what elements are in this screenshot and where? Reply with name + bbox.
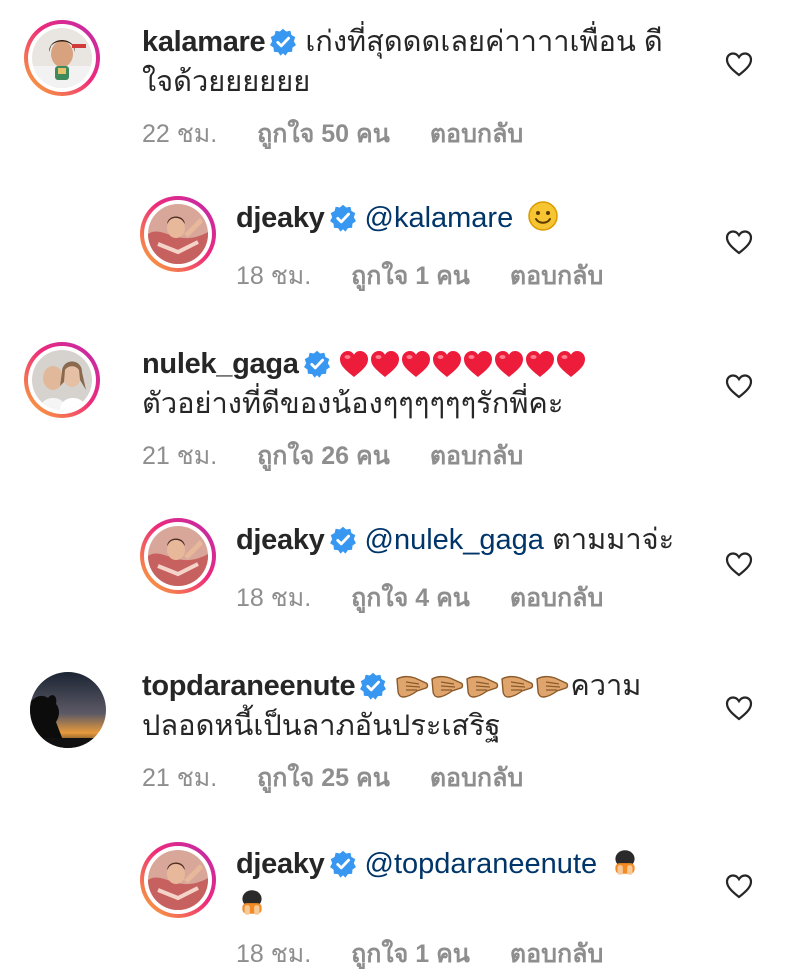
reply-button[interactable]: ตอบกลับ [510, 584, 603, 612]
red-heart-emoji-row [339, 348, 587, 380]
avatar[interactable] [140, 196, 216, 272]
red-heart-emoji-icon [432, 350, 462, 378]
avatar[interactable] [24, 342, 100, 418]
username[interactable]: djeaky [236, 848, 325, 880]
comment-body: เก่งที่สุดดดเลยค่าาาาเพื่อน ดี [305, 26, 663, 58]
timestamp: 18 ชม. [236, 262, 312, 290]
comment-body: ความ [570, 670, 642, 702]
username[interactable]: kalamare [142, 26, 266, 58]
comment-text: kalamare เก่งที่สุดดดเลยค่าาาาเพื่อน ดี ใ… [142, 22, 702, 102]
timestamp: 18 ชม. [236, 940, 312, 968]
username[interactable]: nulek_gaga [142, 348, 299, 380]
timestamp: 18 ชม. [236, 584, 312, 612]
comment-text: topdaraneenute ความ ปลอดหนี้เป็นลาภอันประ… [142, 666, 702, 746]
praising-hands-emoji-icon [500, 672, 534, 700]
timestamp: 21 ชม. [142, 764, 218, 792]
comment-text: djeaky @kalamare [236, 198, 706, 238]
likes-count[interactable]: ถูกใจ 4 คน [351, 584, 470, 612]
username[interactable]: djeaky [236, 202, 325, 234]
comment-meta: 22 ชม. ถูกใจ 50 คน ตอบกลับ [142, 114, 563, 154]
verified-badge-icon [303, 350, 331, 378]
reply-button[interactable]: ตอบกลับ [510, 262, 603, 290]
comment-meta: 21 ชม. ถูกใจ 26 คน ตอบกลับ [142, 436, 563, 476]
red-heart-emoji-icon [401, 350, 431, 378]
praising-hands-emoji-icon [395, 672, 429, 700]
verified-badge-icon [269, 28, 297, 56]
timestamp: 21 ชม. [142, 442, 218, 470]
praising-hands-emoji-row [395, 670, 570, 702]
username[interactable]: topdaraneenute [142, 670, 356, 702]
mention-link[interactable]: @nulek_gaga [365, 524, 544, 556]
comment-body: ตามมาจ่ะ [551, 524, 675, 556]
red-heart-emoji-icon [463, 350, 493, 378]
mention-link[interactable]: @topdaraneenute [365, 848, 598, 880]
comment-meta: 21 ชม. ถูกใจ 25 คน ตอบกลับ [142, 758, 563, 798]
comment-body: ตัวอย่างที่ดีของน้องๆๆๆๆๆๆรักพี่คะ [142, 388, 564, 420]
verified-badge-icon [359, 672, 387, 700]
red-heart-emoji-icon [339, 350, 369, 378]
praising-hands-emoji-icon [465, 672, 499, 700]
red-heart-emoji-icon [556, 350, 586, 378]
comment-meta: 18 ชม. ถูกใจ 1 คน ตอบกลับ [236, 934, 643, 974]
username[interactable]: djeaky [236, 524, 325, 556]
avatar[interactable] [140, 842, 216, 918]
comment-meta: 18 ชม. ถูกใจ 1 คน ตอบกลับ [236, 256, 643, 296]
comment-text: djeaky @topdaraneenute [236, 844, 696, 924]
like-heart-icon[interactable] [724, 228, 754, 256]
comment-text: djeaky @nulek_gaga ตามมาจ่ะ [236, 520, 716, 560]
praising-hands-emoji-icon [430, 672, 464, 700]
reply-button[interactable]: ตอบกลับ [510, 940, 603, 968]
red-heart-emoji-icon [370, 350, 400, 378]
verified-badge-icon [329, 204, 357, 232]
reply-button[interactable]: ตอบกลับ [430, 120, 523, 148]
comment-body-line2: ใจด้วยยยยยย [142, 66, 311, 98]
avatar[interactable] [24, 20, 100, 96]
smile-emoji-icon [528, 201, 559, 231]
person-bowing-icon [236, 886, 268, 918]
like-heart-icon[interactable] [724, 550, 754, 578]
like-heart-icon[interactable] [724, 372, 754, 400]
comment-meta: 18 ชม. ถูกใจ 4 คน ตอบกลับ [236, 578, 643, 618]
person-bowing-icon [609, 846, 641, 878]
likes-count[interactable]: ถูกใจ 1 คน [351, 940, 470, 968]
like-heart-icon[interactable] [724, 872, 754, 900]
comment-body-line2: ปลอดหนี้เป็นลาภอันประเสริฐ [142, 710, 501, 742]
avatar[interactable] [140, 518, 216, 594]
likes-count[interactable]: ถูกใจ 25 คน [257, 764, 390, 792]
timestamp: 22 ชม. [142, 120, 218, 148]
avatar[interactable] [30, 672, 106, 748]
like-heart-icon[interactable] [724, 50, 754, 78]
red-heart-emoji-icon [494, 350, 524, 378]
mention-link[interactable]: @kalamare [365, 202, 514, 234]
reply-button[interactable]: ตอบกลับ [430, 442, 523, 470]
like-heart-icon[interactable] [724, 694, 754, 722]
comment-text: nulek_gaga ตัวอย่างที่ดีของน้องๆๆๆๆๆๆรัก… [142, 344, 702, 424]
likes-count[interactable]: ถูกใจ 1 คน [351, 262, 470, 290]
reply-button[interactable]: ตอบกลับ [430, 764, 523, 792]
verified-badge-icon [329, 526, 357, 554]
likes-count[interactable]: ถูกใจ 26 คน [257, 442, 390, 470]
red-heart-emoji-icon [525, 350, 555, 378]
verified-badge-icon [329, 850, 357, 878]
praising-hands-emoji-icon [535, 672, 569, 700]
likes-count[interactable]: ถูกใจ 50 คน [257, 120, 390, 148]
